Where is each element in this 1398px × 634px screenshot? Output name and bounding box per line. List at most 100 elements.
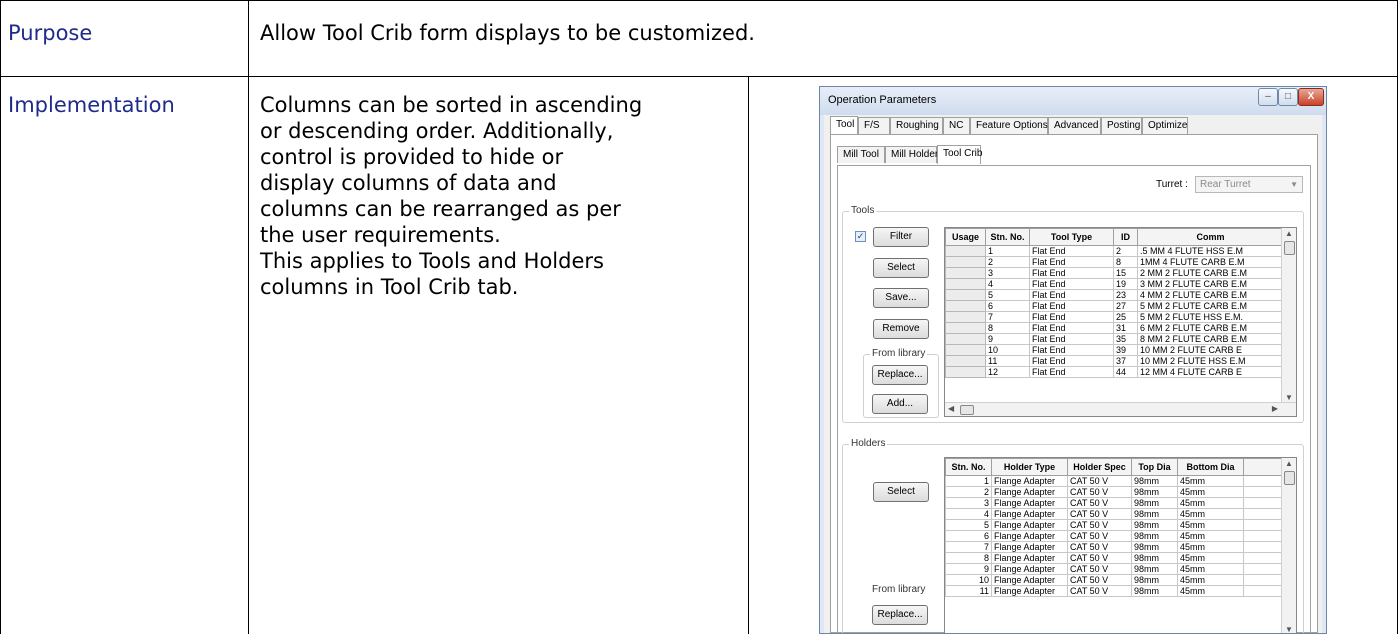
table-cell: 1MM 4 FLUTE CARB E.M: [1137, 256, 1284, 268]
table-cell: [945, 278, 986, 290]
table-row[interactable]: 4 Flat End 19 3 MM 2 FLUTE CARB E.M: [945, 278, 1284, 290]
holders-from-library-title: From library: [870, 584, 928, 595]
table-row[interactable]: 2 Flat End 8 1MM 4 FLUTE CARB E.M: [945, 256, 1284, 268]
table-row[interactable]: 6 Flat End 27 5 MM 2 FLUTE CARB E.M: [945, 300, 1284, 312]
tool-tab-panel: Mill Tool Mill Holder Tool Crib Turret :…: [830, 134, 1318, 633]
tools-scroll-thumb[interactable]: [1284, 241, 1295, 255]
scroll-right-icon[interactable]: ▶: [1272, 404, 1278, 413]
table-cell: CAT 50 V: [1067, 552, 1132, 564]
holders-column-header[interactable]: Stn. No.: [945, 458, 992, 476]
table-cell: Flat End: [1029, 300, 1114, 312]
table-row[interactable]: 8 Flat End 31 6 MM 2 FLUTE CARB E.M: [945, 322, 1284, 334]
tools-grid[interactable]: Usage Stn. No. Tool Type ID Comm 1 Flat End 2.…: [944, 227, 1297, 417]
tools-column-header[interactable]: Tool Type: [1029, 228, 1114, 246]
scroll-left-icon[interactable]: ◀: [948, 404, 954, 413]
table-row[interactable]: 3 Flange Adapter CAT 50 V 98mm 45mm: [945, 497, 1284, 509]
tools-column-header[interactable]: Comm: [1137, 228, 1284, 246]
tools-horizontal-scrollbar[interactable]: ◀ ▶: [945, 402, 1296, 416]
table-row[interactable]: 6 Flange Adapter CAT 50 V 98mm 45mm: [945, 530, 1284, 542]
holders-column-header[interactable]: Top Dia: [1131, 458, 1178, 476]
table-row[interactable]: 12 Flat End 44 12 MM 4 FLUTE CARB E: [945, 366, 1284, 378]
tab-roughing[interactable]: Roughing: [890, 117, 943, 134]
table-row[interactable]: 3 Flat End 15 2 MM 2 FLUTE CARB E.M: [945, 267, 1284, 279]
tab-fs[interactable]: F/S: [858, 117, 890, 134]
table-cell: 4: [985, 278, 1030, 290]
save-button[interactable]: Save...: [873, 288, 929, 308]
table-row[interactable]: 10 Flat End 39 10 MM 2 FLUTE CARB E: [945, 344, 1284, 356]
holders-vertical-scrollbar[interactable]: ▲ ▼: [1281, 458, 1296, 633]
filter-checkbox[interactable]: ✓: [855, 231, 866, 242]
tab-tool-crib[interactable]: Tool Crib: [937, 145, 982, 164]
table-cell: 37: [1113, 355, 1138, 367]
close-button[interactable]: X: [1298, 88, 1324, 106]
tab-posting[interactable]: Posting: [1101, 117, 1142, 134]
scroll-down-icon[interactable]: ▼: [1285, 625, 1293, 633]
dialog-client: Tool F/S Roughing NC Feature Options Adv…: [824, 115, 1322, 633]
table-row[interactable]: 7 Flange Adapter CAT 50 V 98mm 45mm: [945, 541, 1284, 553]
table-row[interactable]: 2 Flange Adapter CAT 50 V 98mm 45mm: [945, 486, 1284, 498]
table-cell: 8: [1113, 256, 1138, 268]
minimize-button[interactable]: –: [1258, 88, 1278, 106]
tools-from-library-group: From library Replace... Add...: [863, 348, 939, 418]
scroll-up-icon[interactable]: ▲: [1285, 459, 1293, 468]
table-row[interactable]: 11 Flat End 37 10 MM 2 FLUTE HSS E.M: [945, 355, 1284, 367]
holders-column-header[interactable]: Holder Type: [991, 458, 1068, 476]
table-cell: Flange Adapter: [991, 585, 1068, 597]
spec-table: Purpose Allow Tool Crib form displays to…: [0, 0, 1398, 634]
turret-select[interactable]: Rear Turret ▼: [1195, 176, 1303, 193]
table-cell: Flat End: [1029, 289, 1114, 301]
holders-replace-button[interactable]: Replace...: [872, 605, 928, 625]
table-cell: 8: [985, 322, 1030, 334]
tab-feature-options[interactable]: Feature Options: [970, 117, 1048, 134]
table-cell-empty: [1243, 486, 1284, 498]
table-cell-empty: [1243, 574, 1284, 586]
tab-mill-tool[interactable]: Mill Tool: [837, 146, 885, 163]
table-cell: Flange Adapter: [991, 563, 1068, 575]
tab-mill-holder[interactable]: Mill Holder: [885, 146, 938, 163]
table-row[interactable]: 1 Flange Adapter CAT 50 V 98mm 45mm: [945, 475, 1284, 487]
table-row[interactable]: 5 Flange Adapter CAT 50 V 98mm 45mm: [945, 519, 1284, 531]
replace-button[interactable]: Replace...: [872, 365, 928, 385]
holders-column-header-empty: [1243, 458, 1284, 476]
table-cell: Flat End: [1029, 355, 1114, 367]
filter-button[interactable]: Filter: [873, 227, 929, 247]
holders-grid[interactable]: Stn. No. Holder Type Holder Spec Top Dia Bot…: [944, 457, 1297, 633]
tools-vertical-scrollbar[interactable]: ▲ ▼: [1281, 228, 1296, 403]
tab-tool[interactable]: Tool: [830, 116, 858, 135]
scroll-up-icon[interactable]: ▲: [1285, 229, 1293, 238]
implementation-line: This applies to Tools and Holders: [260, 249, 604, 273]
table-row[interactable]: 7 Flat End 25 5 MM 2 FLUTE HSS E.M.: [945, 311, 1284, 323]
scroll-down-icon[interactable]: ▼: [1285, 393, 1293, 402]
tab-nc[interactable]: NC: [943, 117, 970, 134]
tab-advanced[interactable]: Advanced: [1048, 117, 1101, 134]
holders-select-button[interactable]: Select: [873, 482, 929, 502]
tools-column-header[interactable]: Usage: [945, 228, 986, 246]
maximize-button[interactable]: □: [1278, 88, 1298, 106]
table-row[interactable]: 4 Flange Adapter CAT 50 V 98mm 45mm: [945, 508, 1284, 520]
table-border-left: [0, 0, 1, 634]
implementation-line: display columns of data and: [260, 171, 557, 195]
table-cell: 5 MM 2 FLUTE CARB E.M: [1137, 300, 1284, 312]
holders-scroll-thumb[interactable]: [1284, 471, 1295, 485]
table-cell-empty: [1243, 519, 1284, 531]
table-row[interactable]: 10 Flange Adapter CAT 50 V 98mm 45mm: [945, 574, 1284, 586]
table-cell: 45mm: [1177, 530, 1244, 542]
tab-optimize[interactable]: Optimize: [1142, 117, 1188, 134]
table-cell: 4: [945, 508, 992, 520]
from-library-title: From library: [870, 348, 928, 359]
table-row[interactable]: 1 Flat End 2.5 MM 4 FLUTE HSS E.M: [945, 245, 1284, 257]
table-row[interactable]: 8 Flange Adapter CAT 50 V 98mm 45mm: [945, 552, 1284, 564]
tools-column-header[interactable]: Stn. No.: [985, 228, 1030, 246]
holders-column-header[interactable]: Bottom Dia: [1177, 458, 1244, 476]
remove-button[interactable]: Remove: [873, 319, 929, 339]
table-row[interactable]: 9 Flat End 35 8 MM 2 FLUTE CARB E.M: [945, 333, 1284, 345]
select-button[interactable]: Select: [873, 258, 929, 278]
table-row[interactable]: 5 Flat End 23 4 MM 2 FLUTE CARB E.M: [945, 289, 1284, 301]
table-row[interactable]: 9 Flange Adapter CAT 50 V 98mm 45mm: [945, 563, 1284, 575]
tools-column-header[interactable]: ID: [1113, 228, 1138, 246]
tools-hscroll-thumb[interactable]: [960, 405, 974, 415]
holders-column-header[interactable]: Holder Spec: [1067, 458, 1132, 476]
add-button[interactable]: Add...: [872, 394, 928, 414]
table-row[interactable]: 11 Flange Adapter CAT 50 V 98mm 45mm: [945, 585, 1284, 597]
table-cell: 9: [985, 333, 1030, 345]
